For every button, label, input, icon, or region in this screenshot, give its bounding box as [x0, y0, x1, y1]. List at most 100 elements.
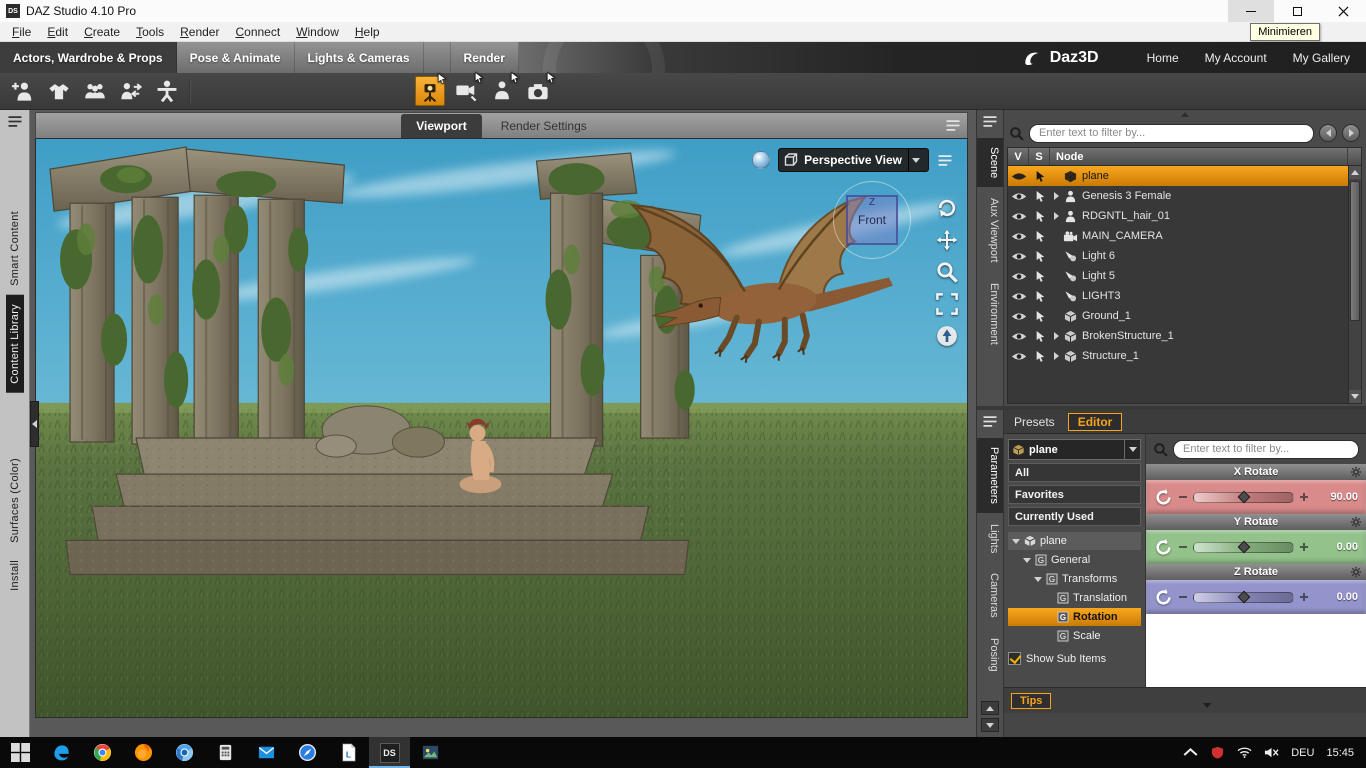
select-cursor-icon[interactable]: [1029, 330, 1050, 342]
filter-currently-used[interactable]: Currently Used: [1008, 507, 1141, 526]
expander-icon[interactable]: [1050, 192, 1063, 200]
slider-track[interactable]: [1193, 490, 1294, 504]
viewport-canvas[interactable]: Perspective View Z Front: [35, 138, 968, 718]
scene-scrollbar[interactable]: [1348, 166, 1361, 403]
menu-render[interactable]: Render: [172, 23, 227, 41]
increment-button[interactable]: [1300, 593, 1308, 601]
param-group-translation[interactable]: G Translation: [1008, 589, 1141, 607]
slider-thumb[interactable]: [1237, 540, 1250, 554]
parameter-filter-input[interactable]: [1173, 439, 1359, 459]
render-figure-icon[interactable]: [487, 71, 520, 106]
menu-edit[interactable]: Edit: [39, 23, 76, 41]
hidden-icons-icon[interactable]: [1183, 746, 1198, 759]
filter-favorites[interactable]: Favorites: [1008, 485, 1141, 504]
view-selector[interactable]: Perspective View: [778, 148, 929, 172]
panel-menu-icon[interactable]: [982, 115, 998, 128]
visibility-eye-icon[interactable]: [1008, 311, 1029, 322]
security-icon[interactable]: [1210, 746, 1225, 759]
activity-tab-lights-cameras[interactable]: Lights & Cameras: [295, 42, 424, 73]
editor-tab-editor[interactable]: Editor: [1067, 412, 1123, 431]
maximize-button[interactable]: [1274, 0, 1320, 22]
panel-scroll-up-icon[interactable]: [1007, 110, 1362, 119]
tips-button[interactable]: Tips: [1011, 692, 1052, 709]
filter-next-button[interactable]: [1342, 124, 1360, 142]
visibility-eye-icon[interactable]: [1008, 191, 1029, 202]
param-group-scale[interactable]: G Scale: [1008, 627, 1141, 645]
slider-thumb[interactable]: [1237, 490, 1250, 504]
increment-button[interactable]: [1300, 543, 1308, 551]
gear-icon[interactable]: [1350, 466, 1362, 478]
select-cursor-icon[interactable]: [1029, 290, 1050, 302]
scene-node-row[interactable]: Light 6: [1008, 246, 1348, 266]
render-camera-icon[interactable]: [415, 72, 447, 106]
minimize-button[interactable]: [1228, 0, 1274, 22]
dock-tab-scene[interactable]: Scene: [977, 138, 1003, 188]
decrement-button[interactable]: [1179, 546, 1187, 548]
viewport-lighting-sphere-icon[interactable]: [752, 151, 771, 169]
link-my-account[interactable]: My Account: [1205, 51, 1267, 65]
panel-menu-icon[interactable]: [7, 115, 23, 128]
select-cursor-icon[interactable]: [1029, 210, 1050, 222]
wardrobe-icon[interactable]: [46, 78, 72, 104]
panel-menu-icon[interactable]: [937, 154, 953, 167]
scene-node-row[interactable]: Genesis 3 Female: [1008, 186, 1348, 206]
select-cursor-icon[interactable]: [1029, 190, 1050, 202]
network-icon[interactable]: [1237, 746, 1252, 759]
activity-tab-actors-wardrobe-props[interactable]: Actors, Wardrobe & Props: [0, 42, 177, 73]
dock-tab-posing[interactable]: Posing: [977, 629, 1003, 681]
visibility-eye-icon[interactable]: [1008, 251, 1029, 262]
filter-prev-button[interactable]: [1319, 124, 1337, 142]
scene-node-row[interactable]: RDGNTL_hair_01: [1008, 206, 1348, 226]
scene-node-row[interactable]: MAIN_CAMERA: [1008, 226, 1348, 246]
scene-node-row[interactable]: Ground_1: [1008, 306, 1348, 326]
param-group-transforms[interactable]: G Transforms: [1008, 570, 1141, 588]
chevron-down-icon[interactable]: [1124, 440, 1140, 459]
camera-tool-icon[interactable]: [523, 71, 556, 106]
node-selector-dropdown[interactable]: plane: [1008, 439, 1141, 460]
dock-tab-install[interactable]: Install: [6, 551, 24, 600]
dock-tab-cameras[interactable]: Cameras: [977, 564, 1003, 627]
param-group-general[interactable]: G General: [1008, 551, 1141, 569]
scene-node-row[interactable]: Light 5: [1008, 266, 1348, 286]
taskbar-chrome-button[interactable]: [82, 737, 123, 768]
decrement-button[interactable]: [1179, 496, 1187, 498]
transfer-figure-icon[interactable]: [118, 78, 144, 104]
expander-icon[interactable]: [1050, 212, 1063, 220]
panel-menu-icon[interactable]: [945, 119, 961, 132]
visibility-eye-icon[interactable]: [1008, 231, 1029, 242]
taskbar-daz-studio-button[interactable]: DS: [369, 737, 410, 768]
gear-icon[interactable]: [1350, 566, 1362, 578]
scene-node-row[interactable]: plane: [1008, 166, 1348, 186]
chevron-down-icon[interactable]: [908, 149, 923, 171]
taskbar-mail-button[interactable]: [246, 737, 287, 768]
dock-collapse-handle[interactable]: [30, 400, 39, 447]
taskbar-calculator-button[interactable]: [205, 737, 246, 768]
select-cursor-icon[interactable]: [1029, 170, 1050, 182]
orbit-icon[interactable]: [936, 197, 958, 219]
zoom-icon[interactable]: [936, 261, 958, 283]
dock-tab-parameters[interactable]: Parameters: [977, 438, 1003, 513]
menu-help[interactable]: Help: [347, 23, 388, 41]
dock-tab-smart-content[interactable]: Smart Content: [6, 202, 24, 295]
gear-icon[interactable]: [1350, 516, 1362, 528]
expander-icon[interactable]: [1050, 332, 1063, 340]
show-sub-items-checkbox[interactable]: [1008, 652, 1021, 665]
taskbar-photos-button[interactable]: [410, 737, 451, 768]
add-figure-icon[interactable]: [10, 78, 36, 104]
visibility-eye-icon[interactable]: [1008, 271, 1029, 282]
close-button[interactable]: [1320, 0, 1366, 22]
expander-icon[interactable]: [1033, 576, 1042, 582]
taskbar-start-button[interactable]: [0, 737, 41, 768]
scene-node-row[interactable]: BrokenStructure_1: [1008, 326, 1348, 346]
pan-icon[interactable]: [936, 229, 958, 251]
clock[interactable]: 15:45: [1326, 747, 1354, 759]
select-cursor-icon[interactable]: [1029, 310, 1050, 322]
dock-tab-environment[interactable]: Environment: [977, 274, 1003, 354]
editor-tab-presets[interactable]: Presets: [1014, 415, 1055, 429]
menu-create[interactable]: Create: [76, 23, 128, 41]
visibility-eye-icon[interactable]: [1008, 351, 1029, 362]
menu-connect[interactable]: Connect: [227, 23, 288, 41]
select-cursor-icon[interactable]: [1029, 250, 1050, 262]
slider-track[interactable]: [1193, 590, 1294, 604]
scroll-down-icon[interactable]: [1349, 390, 1361, 403]
